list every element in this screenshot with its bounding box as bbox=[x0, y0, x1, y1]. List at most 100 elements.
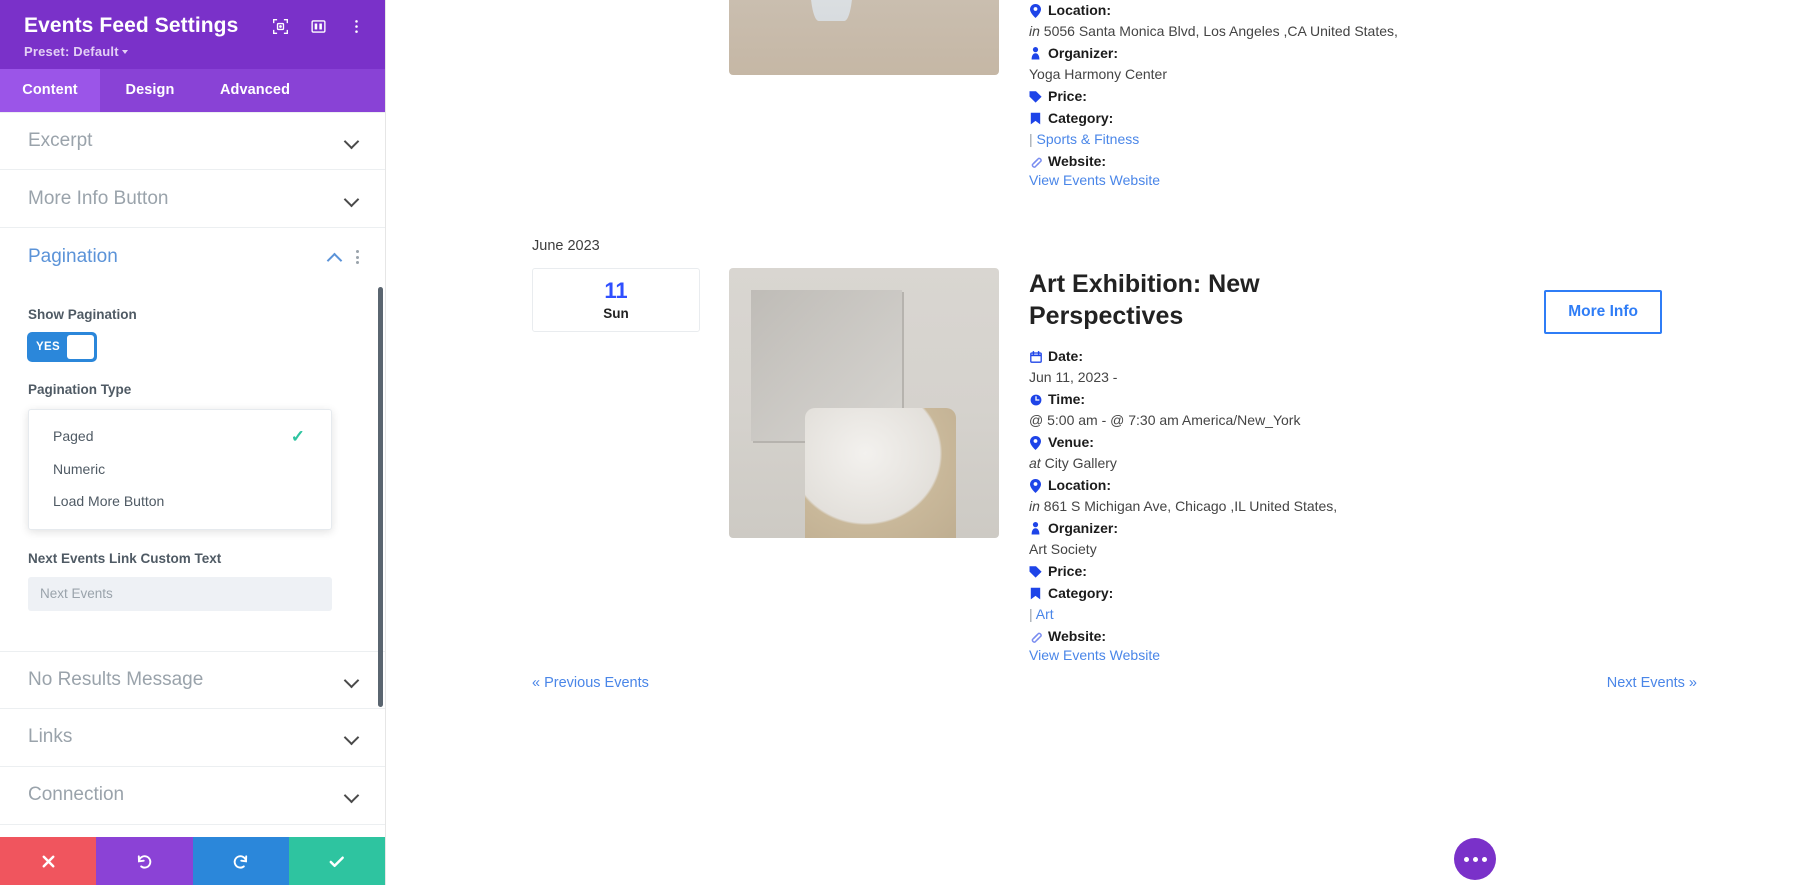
category-separator: | bbox=[1029, 606, 1033, 622]
more-info-button-wrap: More Info bbox=[1544, 290, 1662, 334]
location-label-row: Location: bbox=[1029, 475, 1698, 496]
option-numeric[interactable]: Numeric bbox=[29, 453, 331, 485]
dot bbox=[1472, 856, 1478, 862]
category-label: Category: bbox=[1048, 585, 1114, 601]
section-more-info-button[interactable]: More Info Button bbox=[0, 170, 385, 229]
show-pagination-toggle[interactable]: YES bbox=[28, 333, 96, 362]
section-connection[interactable]: Connection bbox=[0, 767, 385, 825]
category-value: | Art bbox=[1029, 604, 1698, 625]
price-label: Price: bbox=[1048, 563, 1087, 579]
previous-events-link[interactable]: « Previous Events bbox=[532, 675, 649, 691]
pagination-type-label: Pagination Type bbox=[28, 382, 132, 398]
tab-advanced[interactable]: Advanced bbox=[200, 69, 310, 112]
event-date-day: 11 bbox=[604, 278, 628, 304]
location-text: 861 S Michigan Ave, Chicago ,IL United S… bbox=[1043, 498, 1338, 514]
website-link[interactable]: View Events Website bbox=[1029, 172, 1160, 188]
organizer-label: Organizer: bbox=[1048, 520, 1119, 536]
category-link[interactable]: Sports & Fitness bbox=[1037, 131, 1140, 147]
website-link[interactable]: View Events Website bbox=[1029, 647, 1160, 663]
dot bbox=[1463, 856, 1469, 862]
person-icon bbox=[1029, 522, 1042, 535]
next-events-link[interactable]: Next Events » bbox=[1607, 675, 1697, 691]
location-value: in 5056 Santa Monica Blvd, Los Angeles ,… bbox=[1029, 21, 1698, 42]
venue-prefix: at bbox=[1029, 455, 1041, 471]
event-thumbnail bbox=[729, 268, 999, 538]
option-load-more-button-label: Load More Button bbox=[53, 492, 165, 509]
panel-scrollbar[interactable] bbox=[378, 287, 383, 708]
show-pagination-label: Show Pagination bbox=[28, 307, 137, 323]
redo-button[interactable] bbox=[192, 837, 289, 885]
tab-design[interactable]: Design bbox=[100, 69, 200, 112]
section-links-label: Links bbox=[28, 726, 73, 748]
panel-title: Events Feed Settings bbox=[24, 14, 239, 37]
bookmark-icon bbox=[1029, 587, 1042, 600]
map-pin-icon bbox=[1029, 3, 1042, 18]
preset-label: Preset: Default bbox=[24, 44, 119, 60]
organizer-label-row: Organizer: bbox=[1029, 518, 1698, 539]
chevron-up-icon bbox=[328, 250, 342, 264]
website-value: View Events Website bbox=[1029, 647, 1698, 665]
more-info-button[interactable]: More Info bbox=[1544, 290, 1662, 334]
venue-label: Venue: bbox=[1048, 434, 1094, 450]
feed-pagination: « Previous Events Next Events » bbox=[532, 675, 1697, 691]
event-date-box: 11 Sun bbox=[532, 268, 700, 332]
chevron-down-icon bbox=[345, 673, 359, 687]
save-button[interactable] bbox=[288, 837, 385, 885]
more-vertical-icon[interactable] bbox=[347, 17, 365, 35]
date-label: Date: bbox=[1048, 348, 1084, 364]
focus-icon[interactable] bbox=[271, 17, 289, 35]
section-excerpt[interactable]: Excerpt bbox=[0, 112, 385, 171]
dot bbox=[1481, 856, 1487, 862]
category-link[interactable]: Art bbox=[1036, 606, 1054, 622]
event-date-weekday: Sun bbox=[603, 305, 629, 321]
venue-value: at City Gallery bbox=[1029, 453, 1698, 474]
events-feed-preview: Location: in 5056 Santa Monica Blvd, Los… bbox=[386, 0, 1800, 885]
floating-menu-button[interactable] bbox=[1454, 838, 1496, 880]
category-label: Category: bbox=[1048, 110, 1114, 126]
chevron-down-icon bbox=[345, 730, 359, 744]
panel-tabs: Content Design Advanced bbox=[0, 69, 385, 113]
location-prefix: in bbox=[1029, 23, 1040, 39]
section-pagination[interactable]: Pagination bbox=[0, 228, 385, 286]
chevron-down-icon bbox=[345, 788, 359, 802]
preset-selector[interactable]: Preset: Default bbox=[24, 44, 365, 59]
map-pin-icon bbox=[1029, 478, 1042, 493]
pagination-settings: Show Pagination YES Pagination Type Page… bbox=[0, 306, 385, 617]
tab-content[interactable]: Content bbox=[0, 69, 100, 113]
website-label: Website: bbox=[1048, 153, 1107, 169]
calendar-icon bbox=[1029, 350, 1042, 363]
toggle-knob bbox=[66, 335, 94, 360]
category-value: | Sports & Fitness bbox=[1029, 129, 1698, 150]
date-label-row: Date: bbox=[1029, 346, 1698, 367]
app-root: Events Feed Settings Preset: Default Con… bbox=[0, 0, 1800, 885]
check-icon: ✓ bbox=[290, 426, 305, 446]
website-value: View Events Website bbox=[1029, 172, 1698, 190]
category-label-row: Category: bbox=[1029, 583, 1698, 604]
clock-icon bbox=[1029, 394, 1042, 406]
person-icon bbox=[1029, 47, 1042, 60]
section-links[interactable]: Links bbox=[0, 709, 385, 767]
event-item-art-exhibition: 11 Sun Art Exhibition: New Perspectives … bbox=[532, 268, 1722, 665]
section-options-icon[interactable] bbox=[356, 250, 359, 265]
option-paged[interactable]: Paged ✓ bbox=[29, 420, 331, 453]
cancel-button[interactable] bbox=[0, 837, 97, 885]
time-label: Time: bbox=[1048, 391, 1086, 407]
time-label-row: Time: bbox=[1029, 389, 1698, 410]
section-connection-label: Connection bbox=[28, 784, 125, 806]
chevron-down-icon bbox=[345, 192, 359, 206]
undo-button[interactable] bbox=[96, 837, 193, 885]
next-events-link-input[interactable] bbox=[28, 576, 332, 611]
option-load-more-button[interactable]: Load More Button bbox=[29, 485, 331, 517]
event-thumbnail bbox=[729, 0, 999, 75]
location-label: Location: bbox=[1048, 477, 1111, 493]
section-excerpt-label: Excerpt bbox=[28, 130, 93, 152]
organizer-value: Art Society bbox=[1029, 541, 1097, 557]
price-label-row: Price: bbox=[1029, 86, 1698, 107]
pagination-type-dropdown[interactable]: Paged ✓ Numeric Load More Button bbox=[28, 408, 332, 530]
location-label-row: Location: bbox=[1029, 0, 1698, 21]
layout-icon[interactable] bbox=[309, 17, 327, 35]
website-label-row: Website: bbox=[1029, 626, 1698, 647]
section-no-results-message[interactable]: No Results Message bbox=[0, 650, 385, 709]
location-value: in 861 S Michigan Ave, Chicago ,IL Unite… bbox=[1029, 496, 1698, 517]
venue-text: City Gallery bbox=[1044, 455, 1117, 471]
